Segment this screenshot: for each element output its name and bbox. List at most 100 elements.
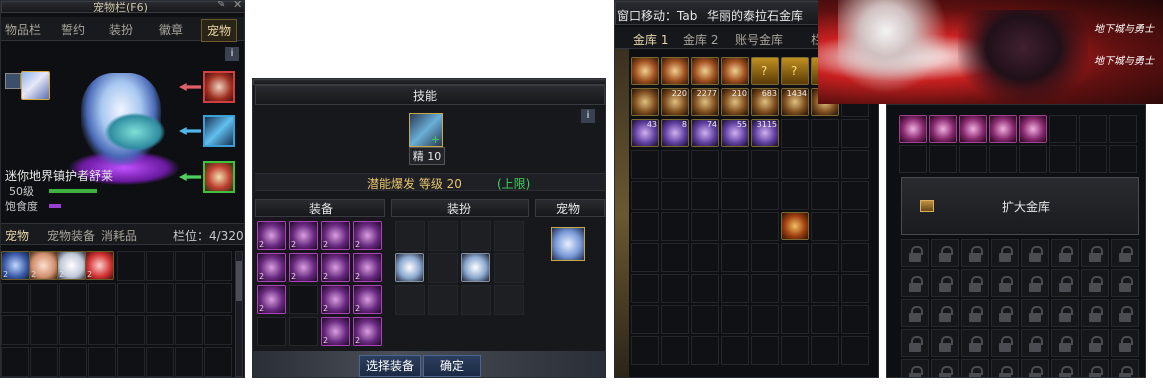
pet-equip-slot-green[interactable]	[203, 161, 235, 193]
empty-slot[interactable]	[841, 212, 869, 241]
tab-pet[interactable]: 宠物	[201, 19, 238, 42]
empty-slot[interactable]	[841, 274, 869, 303]
vault-item[interactable]	[989, 115, 1017, 143]
empty-slot[interactable]	[1, 283, 29, 313]
locked-slot-icon[interactable]	[901, 269, 929, 297]
empty-slot[interactable]	[59, 283, 87, 313]
empty-slot[interactable]	[88, 315, 116, 345]
select-equipment-button[interactable]: 选择装备	[359, 355, 421, 377]
tab-inventory[interactable]: 物品栏	[5, 21, 41, 38]
locked-slot-icon[interactable]	[901, 359, 929, 377]
empty-slot[interactable]	[59, 347, 87, 377]
locked-slot-icon[interactable]	[961, 269, 989, 297]
empty-slot[interactable]	[117, 283, 145, 313]
vault-item[interactable]: 43	[631, 119, 659, 147]
pet-item[interactable]: 2	[1, 251, 30, 280]
locked-slot-icon[interactable]	[961, 299, 989, 327]
empty-slot[interactable]	[959, 145, 987, 173]
empty-slot[interactable]	[721, 212, 749, 241]
vault-item[interactable]	[959, 115, 987, 143]
empty-slot[interactable]	[661, 305, 689, 334]
locked-slot-icon[interactable]	[1111, 269, 1139, 297]
empty-slot[interactable]	[841, 181, 869, 210]
empty-slot[interactable]	[841, 336, 869, 365]
empty-slot[interactable]	[721, 274, 749, 303]
locked-slot-icon[interactable]	[961, 239, 989, 267]
locked-slot-icon[interactable]	[1111, 239, 1139, 267]
equipment-item[interactable]: 2	[353, 317, 382, 346]
empty-slot[interactable]	[721, 305, 749, 334]
vault-item[interactable]	[929, 115, 957, 143]
vault-item[interactable]: 2277	[691, 88, 719, 116]
empty-slot[interactable]	[146, 347, 174, 377]
pet-mini-icon[interactable]	[5, 73, 21, 89]
empty-slot[interactable]	[751, 150, 779, 179]
locked-slot-icon[interactable]	[991, 239, 1019, 267]
equipment-item[interactable]: 2	[289, 221, 318, 250]
empty-slot[interactable]	[1, 347, 29, 377]
equipment-item[interactable]: 2	[353, 221, 382, 250]
locked-slot-icon[interactable]	[961, 359, 989, 377]
equipment-item[interactable]: 2	[257, 285, 286, 314]
empty-slot[interactable]	[631, 150, 659, 179]
pet-item[interactable]: 2	[85, 251, 114, 280]
tab-avatar[interactable]: 装扮	[109, 21, 133, 38]
empty-slot[interactable]	[811, 274, 839, 303]
pet-select-slot[interactable]	[551, 227, 585, 261]
empty-slot[interactable]	[88, 347, 116, 377]
vault-item[interactable]	[781, 212, 809, 240]
empty-slot[interactable]	[1, 315, 29, 345]
empty-slot[interactable]	[631, 243, 659, 272]
confirm-button[interactable]: 确定	[423, 355, 481, 377]
empty-slot[interactable]	[175, 283, 203, 313]
empty-slot[interactable]	[661, 212, 689, 241]
empty-slot[interactable]	[841, 150, 869, 179]
vault-item[interactable]	[631, 57, 659, 85]
locked-slot-icon[interactable]	[901, 329, 929, 357]
empty-slot[interactable]	[631, 181, 659, 210]
empty-slot[interactable]	[257, 317, 286, 346]
vault-item[interactable]: ?	[781, 57, 809, 85]
vault-item[interactable]: 210	[721, 88, 749, 116]
empty-slot[interactable]	[1079, 115, 1107, 143]
vault-item[interactable]	[721, 57, 749, 85]
empty-slot[interactable]	[899, 145, 927, 173]
locked-slot-icon[interactable]	[1081, 239, 1109, 267]
empty-slot[interactable]	[117, 315, 145, 345]
equipment-item[interactable]: 2	[353, 253, 382, 282]
empty-slot[interactable]	[781, 336, 809, 365]
empty-slot[interactable]	[721, 150, 749, 179]
locked-slot-icon[interactable]	[931, 299, 959, 327]
tab-vault-2[interactable]: 金库 2	[683, 31, 718, 48]
equipment-item[interactable]: 2	[257, 253, 286, 282]
empty-slot[interactable]	[691, 243, 719, 272]
locked-slot-icon[interactable]	[931, 239, 959, 267]
empty-slot[interactable]	[751, 274, 779, 303]
tab-consumables[interactable]: 消耗品	[101, 227, 137, 244]
tab-emblem[interactable]: 徽章	[159, 21, 183, 38]
empty-slot[interactable]	[631, 212, 659, 241]
locked-slot-icon[interactable]	[1081, 299, 1109, 327]
empty-slot[interactable]	[494, 285, 524, 315]
empty-slot[interactable]	[1109, 145, 1137, 173]
locked-slot-icon[interactable]	[1111, 299, 1139, 327]
empty-slot[interactable]	[781, 181, 809, 210]
expand-vault-button[interactable]: 扩大金库	[901, 177, 1139, 235]
empty-slot[interactable]	[661, 150, 689, 179]
locked-slot-icon[interactable]	[1081, 269, 1109, 297]
empty-slot[interactable]	[175, 347, 203, 377]
empty-slot[interactable]	[751, 181, 779, 210]
empty-slot[interactable]	[661, 181, 689, 210]
empty-slot[interactable]	[781, 119, 809, 148]
close-icon[interactable]: ✕	[233, 1, 242, 11]
empty-slot[interactable]	[631, 305, 659, 334]
tab-pets[interactable]: 宠物	[5, 227, 29, 244]
empty-slot[interactable]	[751, 336, 779, 365]
locked-slot-icon[interactable]	[991, 329, 1019, 357]
locked-slot-icon[interactable]	[1051, 359, 1079, 377]
empty-slot[interactable]	[661, 274, 689, 303]
vault-item[interactable]: 220	[661, 88, 689, 116]
empty-slot[interactable]	[117, 251, 145, 281]
info-icon[interactable]: i	[581, 109, 595, 123]
empty-slot[interactable]	[494, 253, 524, 283]
